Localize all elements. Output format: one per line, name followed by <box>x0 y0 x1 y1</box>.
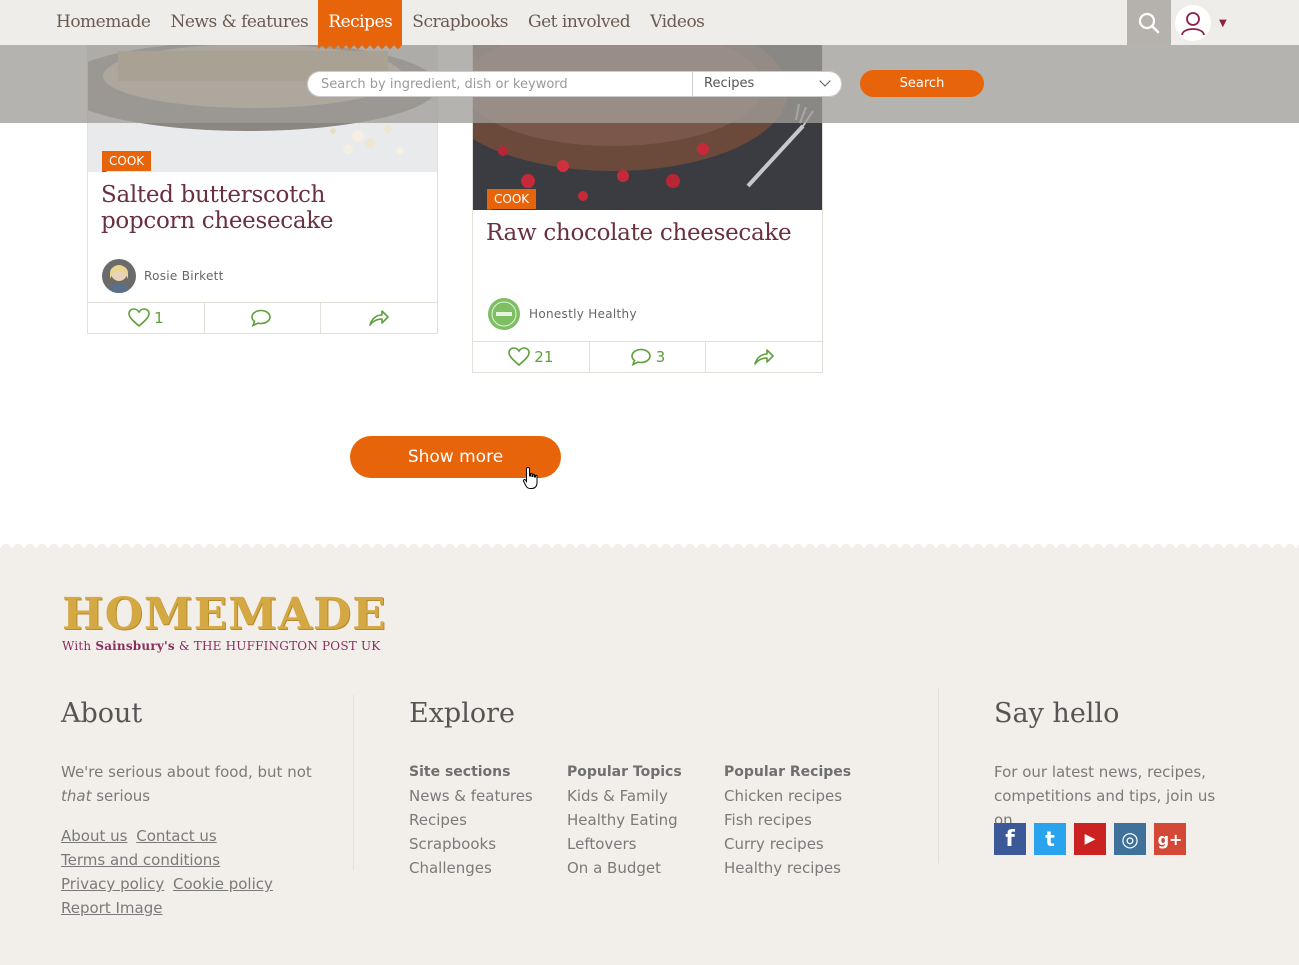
explore-link[interactable]: Kids & Family <box>567 784 682 808</box>
nav-link-videos[interactable]: Videos <box>640 0 714 45</box>
explore-link[interactable]: Chicken recipes <box>724 784 851 808</box>
google-plus-icon[interactable]: g+ <box>1154 823 1186 855</box>
card-actions: 1 <box>88 302 437 333</box>
comment-button[interactable]: 3 <box>590 342 707 372</box>
search-button[interactable]: Search <box>860 70 984 97</box>
chevron-down-icon <box>819 75 831 87</box>
cookie-policy-link[interactable]: Cookie policy <box>173 875 273 893</box>
explore-popular-topics: Popular Topics Kids & Family Healthy Eat… <box>567 760 682 880</box>
search-bar: Recipes Search <box>0 45 1299 123</box>
explore-link[interactable]: Recipes <box>409 808 533 832</box>
user-avatar <box>1175 5 1211 41</box>
top-navigation: Homemade News & features Recipes Scrapbo… <box>0 0 1299 50</box>
nav-links: Homemade News & features Recipes Scrapbo… <box>46 0 714 50</box>
category-tag: COOK <box>102 151 152 172</box>
comment-icon <box>630 348 651 366</box>
user-menu[interactable]: ▼ <box>1175 3 1235 43</box>
say-hello-heading: Say hello <box>994 698 1120 729</box>
explore-link[interactable]: Healthy recipes <box>724 856 851 880</box>
user-icon <box>1181 12 1205 36</box>
instagram-icon[interactable]: ◎ <box>1114 823 1146 855</box>
recipe-title[interactable]: Raw chocolate cheesecake <box>473 210 822 246</box>
about-us-link[interactable]: About us <box>61 827 127 845</box>
explore-column-heading: Popular Topics <box>567 764 682 780</box>
search-icon <box>1138 12 1160 33</box>
recipe-title[interactable]: Salted butterscotch popcorn cheesecake <box>88 172 437 234</box>
author-name: Rosie Birkett <box>144 269 224 283</box>
about-heading: About <box>61 698 143 729</box>
heart-icon <box>128 308 150 328</box>
say-hello-text: For our latest news, recipes, competitio… <box>994 763 1216 829</box>
recipe-author[interactable]: Honestly Healthy <box>487 297 637 331</box>
search-input[interactable] <box>307 71 693 97</box>
like-count: 21 <box>534 348 554 366</box>
facebook-icon[interactable]: f <box>994 823 1026 855</box>
youtube-icon[interactable]: ▶ <box>1074 823 1106 855</box>
like-button[interactable]: 1 <box>88 303 205 333</box>
about-links: About us Contact us Terms and conditions… <box>61 824 321 920</box>
explore-link[interactable]: Healthy Eating <box>567 808 682 832</box>
author-avatar <box>102 259 136 293</box>
explore-link[interactable]: On a Budget <box>567 856 682 880</box>
explore-site-sections: Site sections News & features Recipes Sc… <box>409 760 533 880</box>
comment-count: 3 <box>655 348 666 366</box>
explore-link[interactable]: Challenges <box>409 856 533 880</box>
author-avatar <box>487 297 521 331</box>
explore-link[interactable]: Scrapbooks <box>409 832 533 856</box>
homemade-logo[interactable]: HOMEMADE With Sainsbury's & THE HUFFINGT… <box>62 589 387 654</box>
hand-cursor-icon <box>522 466 538 489</box>
search-toggle-button[interactable] <box>1127 0 1171 45</box>
heart-icon <box>508 347 531 367</box>
explore-column-heading: Site sections <box>409 764 511 780</box>
nav-link-get-involved[interactable]: Get involved <box>518 0 640 45</box>
social-links: f t ▶ ◎ g+ <box>994 823 1194 855</box>
privacy-policy-link[interactable]: Privacy policy <box>61 875 164 893</box>
explore-column-heading: Popular Recipes <box>724 764 852 780</box>
search-category-value: Recipes <box>704 76 755 91</box>
nav-link-news-features[interactable]: News & features <box>160 0 318 45</box>
footer-divider <box>353 695 354 870</box>
chevron-down-icon: ▼ <box>1219 17 1227 29</box>
report-image-link[interactable]: Report Image <box>61 899 162 917</box>
recipe-author[interactable]: Rosie Birkett <box>102 259 224 293</box>
card-actions: 21 3 <box>473 341 822 372</box>
like-button[interactable]: 21 <box>473 342 590 372</box>
terms-link[interactable]: Terms and conditions <box>61 851 220 869</box>
twitter-icon[interactable]: t <box>1034 823 1066 855</box>
explore-link[interactable]: Fish recipes <box>724 808 851 832</box>
share-button[interactable] <box>706 342 822 372</box>
explore-link[interactable]: Leftovers <box>567 832 682 856</box>
category-tag: COOK <box>487 189 537 210</box>
share-button[interactable] <box>321 303 437 333</box>
share-icon <box>369 310 389 326</box>
nav-link-homemade[interactable]: Homemade <box>46 0 160 45</box>
share-icon <box>754 349 774 365</box>
explore-link[interactable]: Curry recipes <box>724 832 851 856</box>
logo-subtitle: With Sainsbury's & THE HUFFINGTON POST U… <box>62 639 381 653</box>
about-text: We're serious about food, but not that s… <box>61 763 312 805</box>
explore-link[interactable]: News & features <box>409 784 533 808</box>
explore-popular-recipes: Popular Recipes Chicken recipes Fish rec… <box>724 760 851 880</box>
nav-link-recipes[interactable]: Recipes <box>318 0 403 50</box>
like-count: 1 <box>154 309 164 327</box>
footer-divider <box>938 688 939 863</box>
nav-link-scrapbooks[interactable]: Scrapbooks <box>402 0 518 45</box>
explore-heading: Explore <box>409 698 515 729</box>
contact-us-link[interactable]: Contact us <box>136 827 216 845</box>
comment-button[interactable] <box>205 303 322 333</box>
logo-wordmark: HOMEMADE <box>62 589 387 640</box>
comment-icon <box>250 309 271 327</box>
author-name: Honestly Healthy <box>529 307 637 321</box>
search-category-select[interactable]: Recipes <box>692 71 842 97</box>
